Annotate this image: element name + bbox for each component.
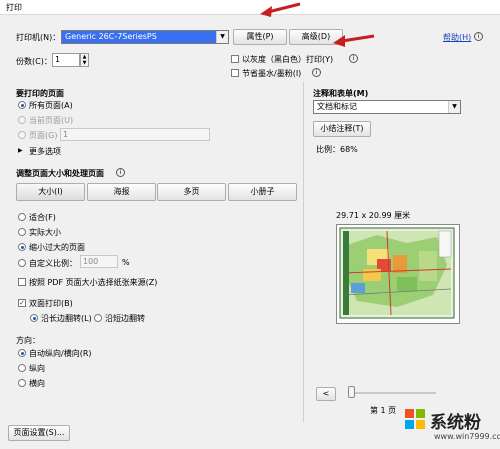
tab-booklet[interactable]: 小册子: [228, 183, 297, 201]
printer-select-value: Generic 26C-7SeriesPS: [65, 32, 157, 41]
window-title: 打印: [6, 3, 22, 12]
all-pages-radio[interactable]: [18, 101, 26, 109]
grayscale-info-icon[interactable]: i: [349, 54, 358, 63]
copies-label: 份数(C)：: [16, 57, 52, 66]
copies-input[interactable]: 1: [52, 53, 80, 67]
page-slider-track[interactable]: [348, 392, 436, 394]
duplex-checkbox[interactable]: ✓: [18, 299, 26, 307]
copies-stepper[interactable]: ▲ ▼: [80, 53, 89, 67]
tab-size[interactable]: 大小(I): [16, 183, 85, 201]
pdf-paper-source-checkbox[interactable]: [18, 278, 26, 286]
title-bar: 打印: [0, 0, 500, 15]
page-sizing-title: 调整页面大小和处理页面: [16, 169, 104, 178]
long-edge-radio[interactable]: [30, 314, 38, 322]
watermark-logo: 系统粉 www.win7999.com: [404, 406, 500, 448]
summarize-comments-button[interactable]: 小结注释(T): [313, 121, 371, 137]
custom-scale-input[interactable]: 100: [80, 255, 118, 268]
windows-logo-icon: [405, 409, 425, 429]
landscape-label: 横向: [29, 379, 45, 388]
portrait-label: 纵向: [29, 364, 45, 373]
all-pages-label: 所有页面(A): [29, 101, 73, 110]
prev-page-button[interactable]: <: [316, 387, 336, 401]
grayscale-label: 以灰度（黑白色）打印(Y): [242, 55, 334, 64]
short-edge-label: 沿短边翻转: [105, 314, 145, 323]
panel-divider: [303, 82, 304, 422]
chevron-down-icon[interactable]: ▼: [216, 31, 228, 43]
comments-title: 注释和表单(M): [313, 89, 369, 98]
custom-scale-unit: %: [122, 258, 130, 267]
page-sizing-info-icon[interactable]: i: [116, 168, 125, 177]
chevron-down-icon[interactable]: ▼: [448, 101, 460, 113]
shrink-label: 缩小过大的页面: [29, 243, 85, 252]
current-page-label: 当前页面(U): [29, 116, 74, 125]
comments-select-value: 文档和标记: [317, 102, 357, 111]
red-arrow-annotation-icon: [333, 34, 375, 47]
orientation-title: 方向：: [16, 336, 40, 345]
actual-size-label: 实际大小: [29, 228, 61, 237]
short-edge-radio[interactable]: [94, 314, 102, 322]
properties-button[interactable]: 属性(P): [233, 29, 287, 45]
custom-scale-radio[interactable]: [18, 259, 26, 267]
map-preview-image: [339, 227, 455, 319]
pages-to-print-title: 要打印的页面: [16, 89, 64, 98]
page-size-text: 29.71 x 20.99 厘米: [336, 211, 411, 220]
actual-size-radio[interactable]: [18, 228, 26, 236]
help-link[interactable]: 帮助(H): [443, 32, 471, 43]
custom-scale-label: 自定义比例：: [29, 259, 77, 268]
more-options-label[interactable]: 更多选项: [29, 146, 61, 157]
long-edge-label: 沿长边翻转(L): [41, 314, 92, 323]
landscape-radio[interactable]: [18, 379, 26, 387]
save-ink-label: 节省墨水/墨粉(I): [242, 69, 302, 78]
page-setup-button[interactable]: 页面设置(S)...: [8, 425, 70, 441]
current-page-radio[interactable]: [18, 116, 26, 124]
pages-range-input[interactable]: 1: [60, 128, 210, 141]
printer-select[interactable]: Generic 26C-7SeriesPS ▼: [61, 30, 229, 44]
pdf-paper-source-label: 按照 PDF 页面大小选择纸张来源(Z): [29, 278, 158, 287]
comments-select[interactable]: 文档和标记 ▼: [313, 100, 461, 114]
page-number-label: 第 1 页: [370, 406, 397, 415]
duplex-label: 双面打印(B): [29, 299, 73, 308]
expand-triangle-icon[interactable]: ▶: [18, 147, 23, 154]
pages-radio[interactable]: [18, 131, 26, 139]
red-arrow-annotation-icon: [260, 2, 301, 17]
auto-orientation-radio[interactable]: [18, 349, 26, 357]
page-slider-thumb[interactable]: [348, 386, 355, 398]
fit-label: 适合(F): [29, 213, 56, 222]
print-preview: [336, 224, 460, 324]
printer-label: 打印机(N)：: [16, 33, 61, 42]
scale-text: 比例：68%: [316, 145, 358, 154]
save-ink-checkbox[interactable]: [231, 69, 239, 77]
tab-poster[interactable]: 海报: [87, 183, 156, 201]
auto-orientation-label: 自动纵向/横向(R): [29, 349, 92, 358]
fit-radio[interactable]: [18, 213, 26, 221]
watermark-url: www.win7999.com: [434, 432, 500, 441]
pages-label: 页面(G): [29, 131, 58, 140]
save-ink-info-icon[interactable]: i: [312, 68, 321, 77]
grayscale-checkbox[interactable]: [231, 55, 239, 63]
help-info-icon[interactable]: i: [474, 32, 483, 41]
tab-multiple[interactable]: 多页: [157, 183, 226, 201]
shrink-radio[interactable]: [18, 243, 26, 251]
portrait-radio[interactable]: [18, 364, 26, 372]
watermark-text: 系统粉: [430, 413, 481, 433]
